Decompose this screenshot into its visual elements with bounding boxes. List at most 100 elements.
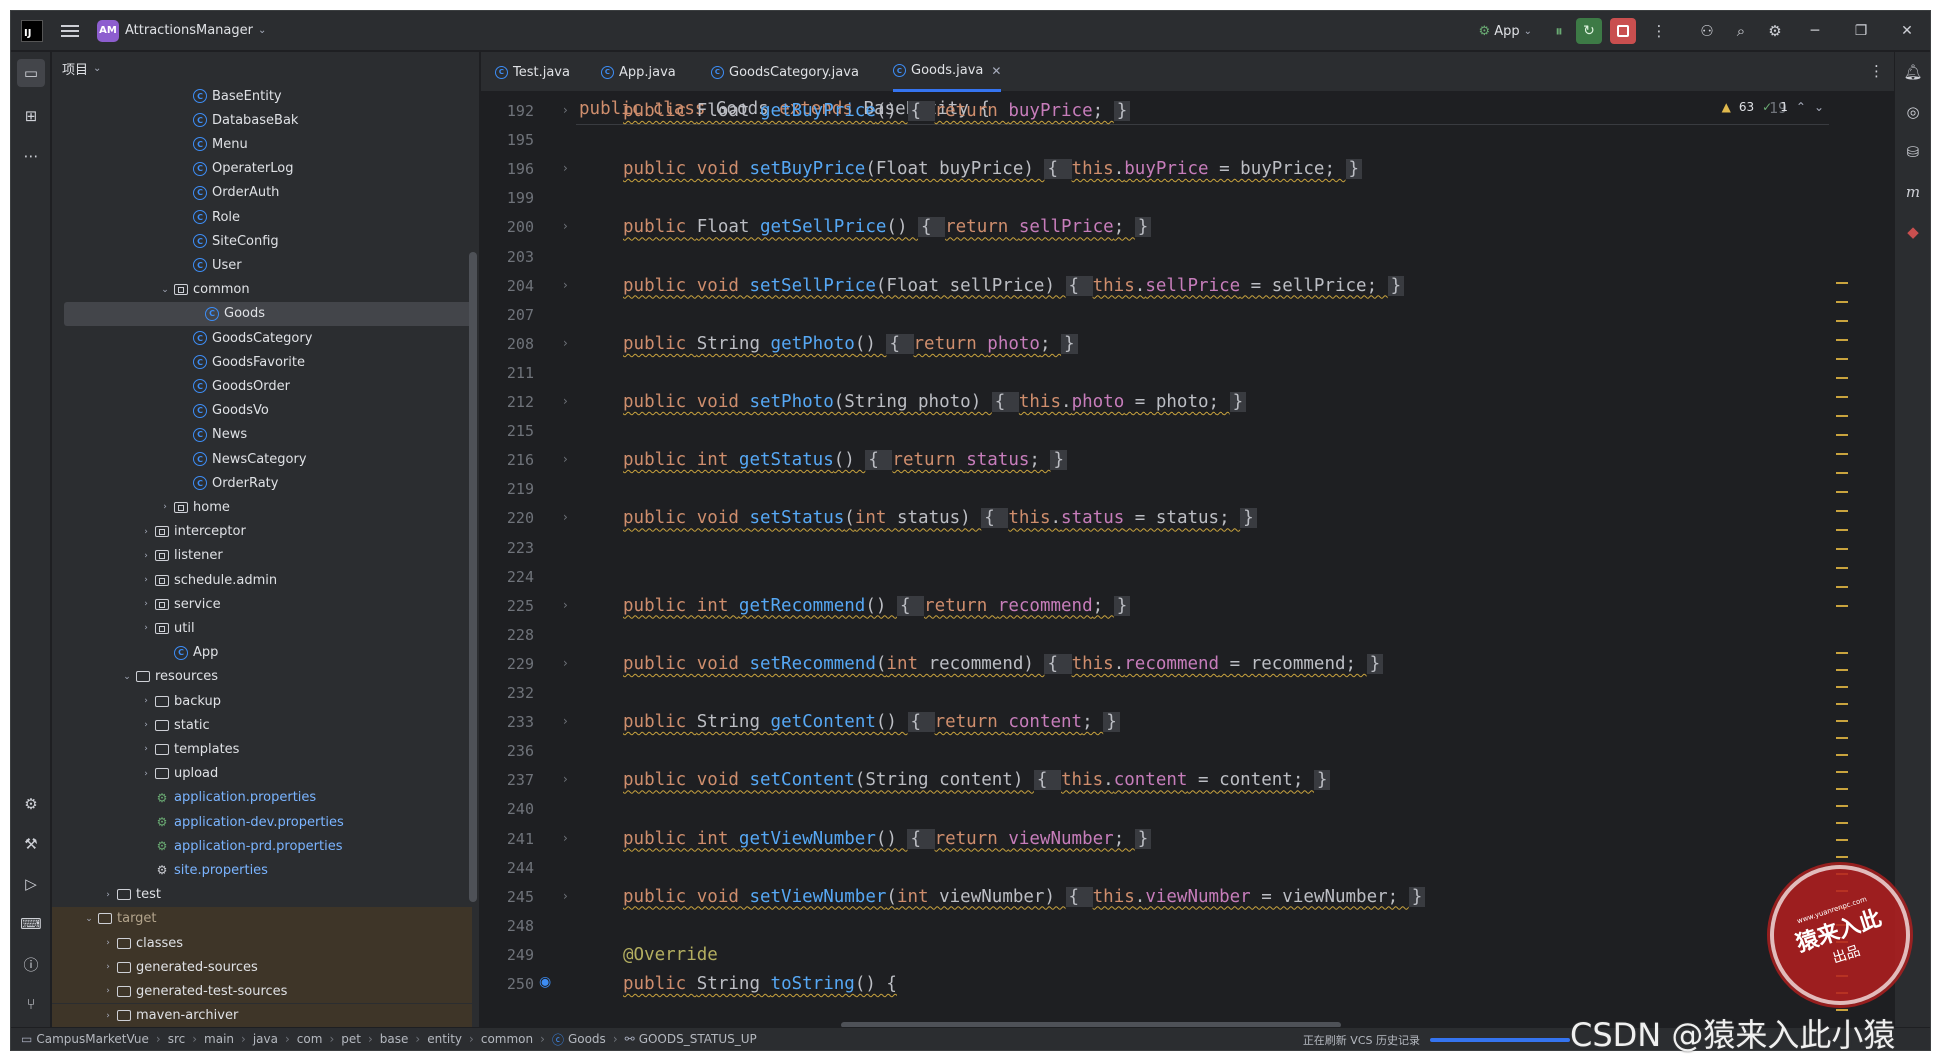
chevron-right-icon[interactable]: ›	[139, 575, 153, 585]
tree-item-goods[interactable]: C Goods	[64, 301, 472, 326]
warning-marker[interactable]	[1836, 491, 1848, 493]
line-number[interactable]: 229	[481, 655, 534, 673]
warning-marker[interactable]	[1836, 737, 1848, 739]
chevron-down-icon[interactable]: ⌄	[120, 672, 134, 682]
warning-marker[interactable]	[1836, 567, 1848, 569]
maven-icon[interactable]: m	[1899, 178, 1927, 206]
fold-chevron-icon[interactable]: ›	[563, 452, 568, 466]
line-number[interactable]: 216	[481, 451, 534, 469]
line-number[interactable]: 212	[481, 393, 534, 411]
tree-item-schedule-admin[interactable]: › schedule.admin	[52, 568, 472, 592]
line-number[interactable]: 232	[481, 684, 534, 702]
tabs-more-icon[interactable]: ⋮	[1869, 62, 1884, 80]
warning-marker[interactable]	[1836, 669, 1848, 671]
line-number[interactable]: 248	[481, 917, 534, 935]
tree-item-static[interactable]: › static	[52, 713, 472, 737]
breadcrumb-item[interactable]: CampusMarketVue	[36, 1032, 149, 1046]
line-number[interactable]: 250	[481, 975, 534, 993]
tree-item-classes[interactable]: › classes	[52, 931, 472, 955]
line-number[interactable]: 233	[481, 713, 534, 731]
chevron-right-icon[interactable]: ›	[139, 551, 153, 561]
fold-chevron-icon[interactable]: ›	[563, 831, 568, 845]
project-panel-header[interactable]: 项目 ⌄	[52, 52, 479, 84]
chevron-right-icon[interactable]: ›	[139, 696, 153, 706]
line-number[interactable]: 215	[481, 422, 534, 440]
pause-icon[interactable]: ⏸	[1542, 11, 1576, 51]
main-menu-icon[interactable]	[61, 24, 79, 37]
run-configuration-dropdown[interactable]: ⚙ App ⌄	[1479, 24, 1532, 39]
chevron-down-icon[interactable]: ⌄	[158, 285, 172, 295]
build-hammer-icon[interactable]: ⚒	[17, 830, 45, 858]
more-actions-icon[interactable]: ⋮	[1642, 11, 1676, 51]
more-tools-icon[interactable]: ⋯	[17, 142, 45, 170]
line-number[interactable]: 199	[481, 189, 534, 207]
warning-marker[interactable]	[1836, 771, 1848, 773]
warning-marker[interactable]	[1836, 320, 1848, 322]
problems-icon[interactable]: ⓘ	[17, 950, 45, 978]
line-number[interactable]: 211	[481, 364, 534, 382]
tree-item-templates[interactable]: › templates	[52, 737, 472, 761]
tree-item-user[interactable]: C User	[52, 253, 472, 277]
warning-marker[interactable]	[1836, 529, 1848, 531]
tree-item-application-properties[interactable]: ⚙ application.properties	[52, 786, 472, 810]
tree-item-common[interactable]: ⌄ common	[52, 278, 472, 302]
warning-marker[interactable]	[1836, 415, 1848, 417]
tab-goodscategory-java[interactable]: C GoodsCategory.java	[711, 52, 859, 92]
tree-item-app[interactable]: C App	[52, 641, 472, 665]
warning-marker[interactable]	[1836, 652, 1848, 654]
tree-item-goodsvo[interactable]: C GoodsVo	[52, 399, 472, 423]
restore-window-icon[interactable]: ❐	[1838, 11, 1884, 51]
warning-marker[interactable]	[1836, 805, 1848, 807]
line-number[interactable]: 207	[481, 306, 534, 324]
line-number[interactable]: 244	[481, 859, 534, 877]
line-number[interactable]: 237	[481, 771, 534, 789]
tree-item-application-prd-properties[interactable]: ⚙ application-prd.properties	[52, 834, 472, 858]
chevron-right-icon[interactable]: ›	[139, 623, 153, 633]
breadcrumb-item[interactable]: com	[297, 1032, 323, 1046]
line-number[interactable]: 192	[481, 102, 534, 120]
warning-marker[interactable]	[1836, 686, 1848, 688]
line-number[interactable]: 220	[481, 509, 534, 527]
chevron-right-icon[interactable]: ›	[139, 527, 153, 537]
line-number[interactable]: 228	[481, 626, 534, 644]
tree-item-site-properties[interactable]: ⚙ site.properties	[52, 858, 472, 882]
fold-chevron-icon[interactable]: ›	[563, 714, 568, 728]
fold-chevron-icon[interactable]: ›	[563, 161, 568, 175]
tree-item-goodsorder[interactable]: C GoodsOrder	[52, 374, 472, 398]
fold-chevron-icon[interactable]: ›	[563, 336, 568, 350]
tree-item-newscategory[interactable]: C NewsCategory	[52, 447, 472, 471]
warning-marker[interactable]	[1836, 788, 1848, 790]
tree-item-role[interactable]: C Role	[52, 205, 472, 229]
project-scrollbar[interactable]	[469, 252, 477, 902]
fold-chevron-icon[interactable]: ›	[563, 889, 568, 903]
fold-chevron-icon[interactable]: ›	[563, 772, 568, 786]
tree-item-maven-archiver[interactable]: › maven-archiver	[52, 1003, 472, 1028]
breadcrumb-item[interactable]: base	[380, 1032, 409, 1046]
chevron-right-icon[interactable]: ›	[139, 720, 153, 730]
line-number[interactable]: 241	[481, 830, 534, 848]
breadcrumb-item[interactable]: main	[204, 1032, 234, 1046]
structure-icon[interactable]: ⊞	[17, 102, 45, 130]
tree-item-operaterlog[interactable]: C OperaterLog	[52, 157, 472, 181]
fold-chevron-icon[interactable]: ›	[563, 103, 568, 117]
notifications-bell-icon[interactable]: 🔔︎	[1899, 58, 1927, 86]
warning-marker[interactable]	[1836, 510, 1848, 512]
tab-app-java[interactable]: C App.java	[601, 52, 676, 92]
breadcrumb-item[interactable]: GOODS_STATUS_UP	[639, 1032, 757, 1046]
tab-goods-java[interactable]: C Goods.java ✕	[893, 52, 1002, 92]
tree-item-upload[interactable]: › upload	[52, 762, 472, 786]
tree-item-service[interactable]: › service	[52, 592, 472, 616]
warning-marker[interactable]	[1836, 586, 1848, 588]
line-number[interactable]: 203	[481, 248, 534, 266]
tree-item-test[interactable]: › test	[52, 883, 472, 907]
fold-chevron-icon[interactable]: ›	[563, 598, 568, 612]
warning-marker[interactable]	[1836, 358, 1848, 360]
tree-item-resources[interactable]: ⌄ resources	[52, 665, 472, 689]
breadcrumb-item[interactable]: entity	[427, 1032, 462, 1046]
background-task-progress[interactable]	[1430, 1038, 1570, 1042]
line-number[interactable]: 225	[481, 597, 534, 615]
breadcrumb-item[interactable]: src	[168, 1032, 186, 1046]
code-area[interactable]: public Float getBuyPrice() { return buyP…	[579, 93, 1829, 1029]
add-user-icon[interactable]: ⚇	[1690, 11, 1724, 51]
chevron-right-icon[interactable]: ›	[139, 769, 153, 779]
